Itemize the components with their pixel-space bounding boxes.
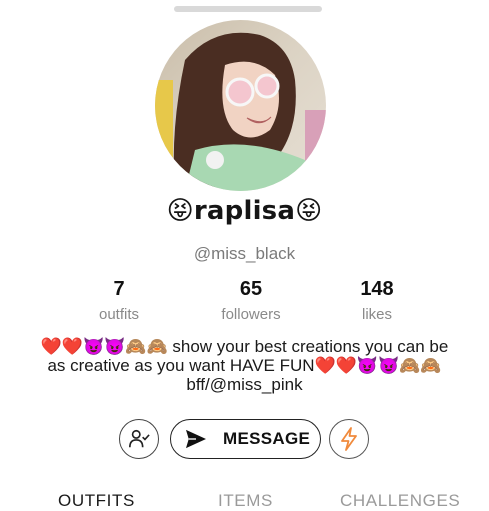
tab-items[interactable]: ITEMS: [218, 491, 273, 511]
bio: ❤️❤️😈😈🙈🙈 show your best creations you ca…: [20, 337, 469, 394]
follow-button[interactable]: [119, 419, 159, 459]
message-button[interactable]: MESSAGE: [170, 419, 321, 459]
bio-line: ❤️❤️😈😈🙈🙈 show your best creations you ca…: [40, 337, 449, 356]
stat-likes-label: likes: [361, 306, 392, 323]
follow-user-icon: [129, 429, 150, 448]
stat-followers-label: followers: [221, 306, 281, 323]
send-icon: [186, 429, 206, 449]
username[interactable]: @miss_black: [0, 244, 489, 264]
stat-outfits-label: outfits: [98, 306, 140, 323]
display-name: 😝raplisa😝: [166, 196, 323, 226]
bio-link[interactable]: bff/@miss_pink: [20, 375, 469, 394]
stat-outfits[interactable]: 7 outfits: [64, 278, 174, 323]
drag-handle[interactable]: [174, 6, 322, 12]
tab-outfits[interactable]: OUTFITS: [58, 491, 135, 511]
message-button-label: MESSAGE: [223, 429, 311, 448]
stat-followers[interactable]: 65 followers: [196, 278, 306, 323]
profile-photo: [155, 20, 326, 191]
avatar[interactable]: [155, 20, 326, 191]
stat-likes-count: 148: [360, 278, 394, 300]
stat-outfits-count: 7: [113, 278, 125, 300]
profile-tabs: OUTFITS ITEMS CHALLENGES: [0, 489, 489, 511]
bio-line: as creative as you want HAVE FUN❤️❤️😈😈🙈🙈: [47, 356, 442, 375]
tab-challenges[interactable]: CHALLENGES: [340, 491, 460, 511]
stat-likes[interactable]: 148 likes: [322, 278, 432, 323]
boost-button[interactable]: [329, 419, 369, 459]
lightning-icon: [341, 427, 357, 451]
stat-followers-count: 65: [239, 278, 263, 300]
